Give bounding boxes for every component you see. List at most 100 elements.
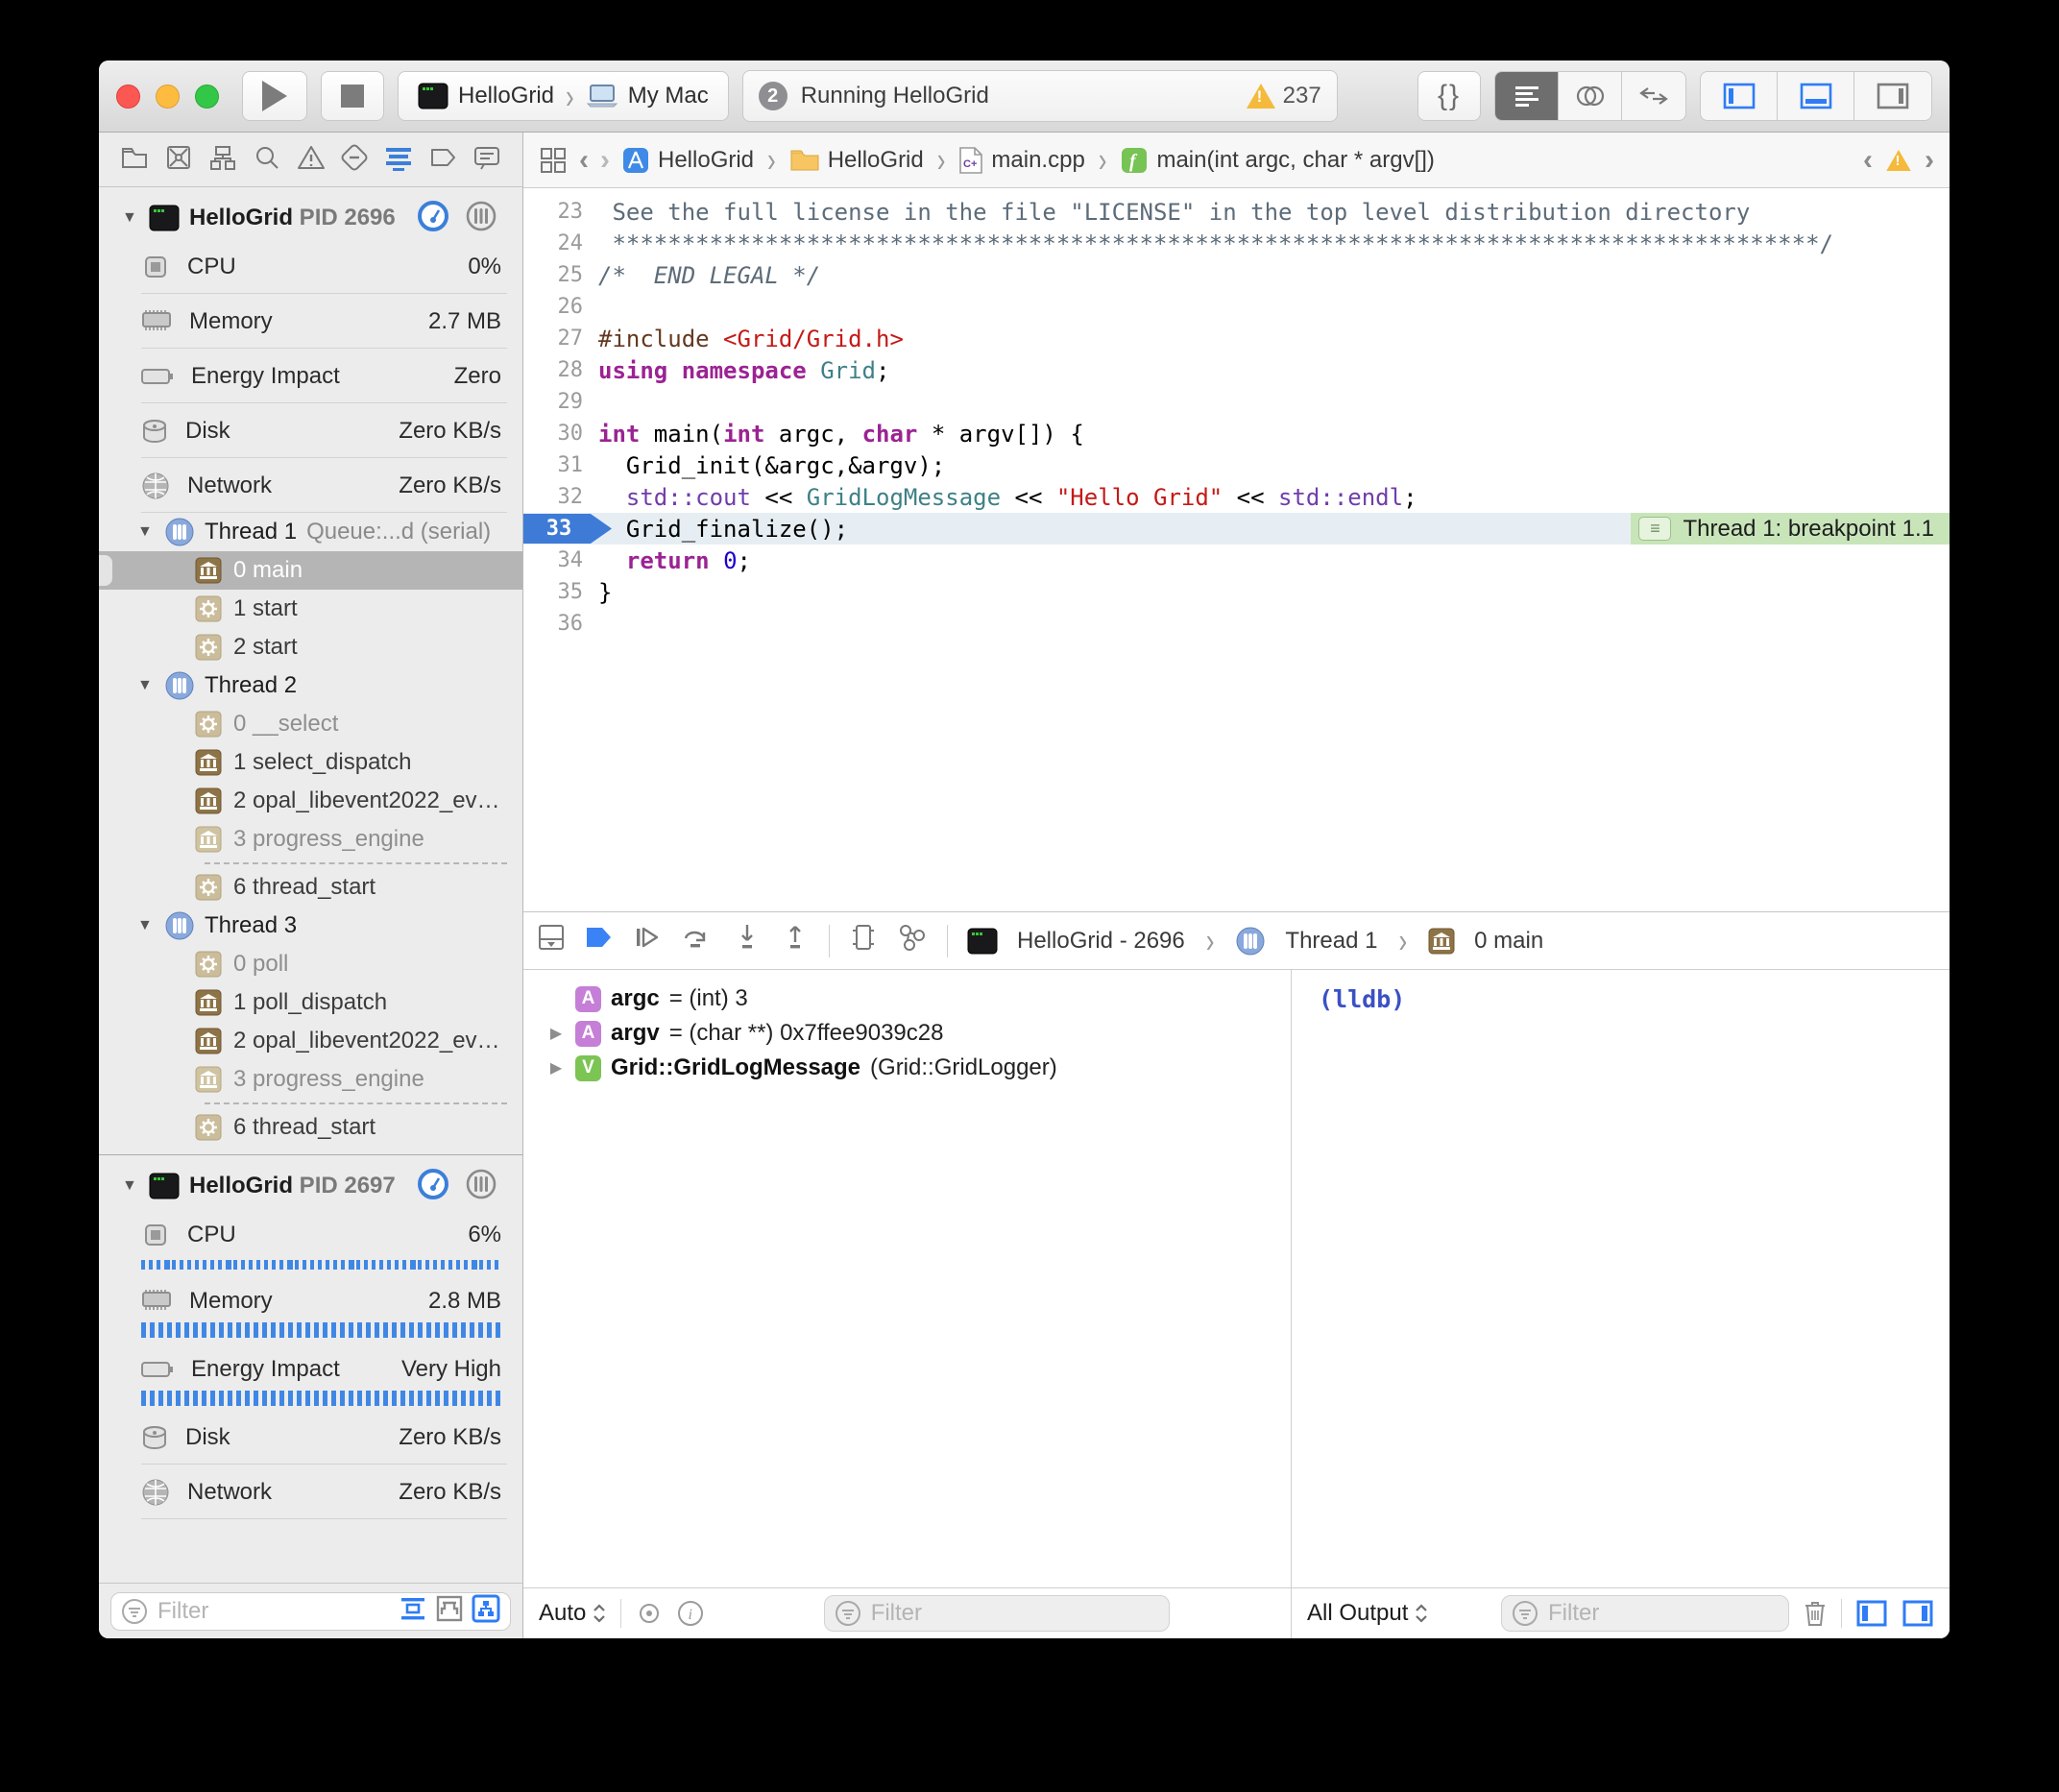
console-filter-field[interactable]: Filter [1501,1595,1789,1632]
stack-frame-row[interactable]: 3 progress_engine [99,820,522,859]
issue-warning-icon[interactable] [1886,149,1911,170]
debug-frame-crumb[interactable]: 0 main [1474,928,1543,955]
thread-row[interactable]: ▼Thread 1 Queue:...d (serial) [99,513,522,551]
project-navigator-button[interactable] [120,143,149,177]
debug-view-hierarchy-button[interactable] [849,923,878,958]
quicklook-eye-icon[interactable] [635,1603,664,1624]
stack-frame-row[interactable]: 0 main [99,551,522,590]
go-back-button[interactable]: ‹ [579,144,589,177]
disclosure-triangle-icon[interactable]: ▶ [546,1024,566,1043]
gauge-row-energy[interactable]: Energy ImpactZero [99,349,522,403]
go-forward-button[interactable]: › [600,144,610,177]
info-icon[interactable]: i [677,1600,704,1627]
scope-selector[interactable]: Auto [539,1600,607,1627]
report-navigator-button[interactable] [472,143,501,177]
standard-editor-button[interactable] [1495,72,1559,120]
toggle-debug-area-button[interactable] [1778,72,1854,120]
gauge-row-network[interactable]: NetworkZero KB/s [99,458,522,513]
gauge-button[interactable] [417,1168,449,1205]
stack-frame-row[interactable]: 6 thread_start [99,1108,522,1147]
disclosure-triangle-icon[interactable]: ▼ [137,523,155,541]
hide-debug-area-button[interactable] [537,923,566,958]
line-number[interactable]: 23 [523,200,598,224]
disclosure-triangle-icon[interactable]: ▼ [137,677,155,694]
variable-row[interactable]: Aargc= (int) 3 [523,981,1291,1016]
gauge-row-energy[interactable]: Energy ImpactVery High [99,1342,522,1396]
disclosure-triangle-icon[interactable]: ▼ [122,1177,139,1195]
process-header[interactable]: ▼HelloGrid PID 2696 [99,197,522,239]
gauge-row-disk[interactable]: DiskZero KB/s [99,1410,522,1465]
debug-thread-crumb[interactable]: Thread 1 [1285,928,1377,955]
find-navigator-button[interactable] [253,143,281,177]
gauge-row-cpu[interactable]: CPU0% [99,239,522,294]
variable-row[interactable]: ▶VGrid::GridLogMessage(Grid::GridLogger) [523,1051,1291,1085]
line-number[interactable]: 27 [523,327,598,351]
stack-frame-row[interactable]: 6 thread_start [99,868,522,907]
code-snippets-button[interactable]: {} [1417,71,1481,121]
step-over-button[interactable] [681,923,714,958]
process-header[interactable]: ▼HelloGrid PID 2697 [99,1165,522,1207]
jumpbar-item[interactable]: HelloGrid [789,147,924,174]
gauge-row-disk[interactable]: DiskZero KB/s [99,403,522,458]
line-number[interactable]: 28 [523,358,598,382]
toggle-breakpoints-button[interactable] [585,925,614,957]
show-only-running-button[interactable] [472,1594,500,1628]
gauge-row-network[interactable]: NetworkZero KB/s [99,1465,522,1519]
disclosure-triangle-icon[interactable]: ▶ [546,1058,566,1078]
thread-view-button[interactable] [465,200,497,237]
line-number[interactable]: 29 [523,390,598,414]
debug-navigator-button[interactable] [384,143,413,177]
line-number[interactable]: 26 [523,295,598,319]
debug-process-crumb[interactable]: HelloGrid - 2696 [1017,928,1185,955]
thread-row[interactable]: ▼Thread 2 [99,666,522,705]
stop-button[interactable] [321,71,384,121]
breakpoint-navigator-button[interactable] [428,143,457,177]
disclosure-triangle-icon[interactable]: ▼ [122,209,139,227]
jumpbar-item[interactable]: HelloGrid [621,146,754,175]
previous-issue-button[interactable]: ‹ [1863,144,1873,177]
breakpoint-annotation[interactable]: ≡Thread 1: breakpoint 1.1 [1631,513,1950,545]
line-number[interactable]: 34 [523,548,598,572]
line-number[interactable]: 32 [523,485,598,509]
stack-frame-row[interactable]: 0 poll [99,945,522,983]
trash-icon[interactable] [1803,1599,1828,1628]
thread-view-button[interactable] [465,1168,497,1205]
disclosure-triangle-icon[interactable]: ▼ [137,917,155,934]
stack-frame-row[interactable]: 2 opal_libevent2022_ev… [99,782,522,820]
stack-frame-row[interactable]: 3 progress_engine [99,1060,522,1099]
toggle-inspector-button[interactable] [1854,72,1931,120]
test-navigator-button[interactable] [340,143,369,177]
line-number[interactable]: 25 [523,263,598,287]
version-editor-button[interactable] [1622,72,1685,120]
minimize-window-button[interactable] [156,85,180,109]
memory-graph-button[interactable] [897,923,928,958]
stack-frame-row[interactable]: 2 start [99,628,522,666]
stack-frame-row[interactable]: 1 select_dispatch [99,743,522,782]
next-issue-button[interactable]: › [1925,144,1934,177]
source-control-navigator-button[interactable] [164,143,193,177]
assistant-editor-button[interactable] [1559,72,1622,120]
zoom-window-button[interactable] [195,85,219,109]
activity-viewer[interactable]: 2 Running HelloGrid 237 [742,70,1338,122]
stack-frame-row[interactable]: 2 opal_libevent2022_ev… [99,1022,522,1060]
toggle-variables-view-button[interactable] [1855,1599,1888,1628]
flatten-stack-button[interactable] [399,1594,427,1628]
stack-frame-row[interactable]: 0 __select [99,705,522,743]
run-button[interactable] [242,71,307,121]
line-number[interactable]: 24 [523,231,598,255]
breakpoint-menu-icon[interactable]: ≡ [1638,517,1671,541]
navigator-filter-field[interactable]: Filter [110,1592,511,1631]
toggle-navigator-button[interactable] [1701,72,1778,120]
output-selector[interactable]: All Output [1307,1600,1429,1627]
gauge-row-cpu[interactable]: CPU6% [99,1207,522,1262]
line-number[interactable]: 35 [523,580,598,604]
continue-button[interactable] [633,923,662,958]
gauge-row-memory[interactable]: Memory2.7 MB [99,294,522,349]
stack-view-button[interactable] [435,1594,464,1628]
step-into-button[interactable] [733,923,762,958]
jumpbar-item[interactable]: fmain(int argc, char * argv[]) [1120,146,1434,175]
line-number[interactable]: 36 [523,612,598,636]
gauge-row-memory[interactable]: Memory2.8 MB [99,1273,522,1328]
scheme-selector[interactable]: HelloGrid › My Mac [398,71,729,121]
variables-filter-field[interactable]: Filter [824,1595,1170,1632]
